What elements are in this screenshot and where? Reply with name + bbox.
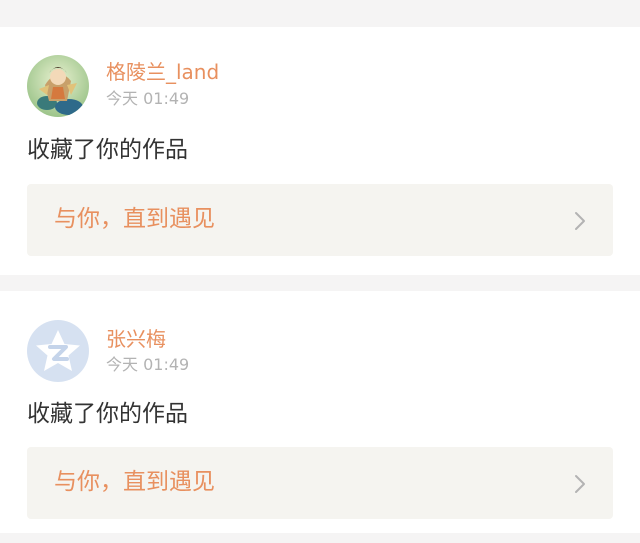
illustrated-character-avatar-icon [27, 55, 89, 117]
separator [0, 275, 640, 291]
action-text: 收藏了你的作品 [27, 137, 188, 163]
timestamp: 今天 01:49 [106, 89, 190, 108]
chevron-right-icon [575, 475, 585, 493]
username[interactable]: 格陵兰_land [106, 62, 219, 82]
work-title: 与你，直到遇见 [54, 469, 215, 495]
username[interactable]: 张兴梅 [106, 329, 166, 349]
chevron-right-icon [575, 212, 585, 230]
work-link[interactable]: 与你，直到遇见 [27, 447, 613, 519]
work-title: 与你，直到遇见 [54, 206, 215, 232]
notification-item: 张兴梅 今天 01:49 收藏了你的作品 与你，直到遇见 [0, 291, 640, 533]
notification-item: 格陵兰_land 今天 01:49 收藏了你的作品 与你，直到遇见 [0, 27, 640, 275]
qzone-default-avatar-icon [27, 320, 89, 382]
timestamp: 今天 01:49 [106, 355, 190, 374]
user-avatar[interactable] [27, 55, 89, 117]
action-text: 收藏了你的作品 [27, 401, 188, 427]
bottom-spacer [0, 533, 640, 543]
work-link[interactable]: 与你，直到遇见 [27, 184, 613, 256]
user-avatar[interactable] [27, 320, 89, 382]
top-spacer [0, 0, 640, 27]
